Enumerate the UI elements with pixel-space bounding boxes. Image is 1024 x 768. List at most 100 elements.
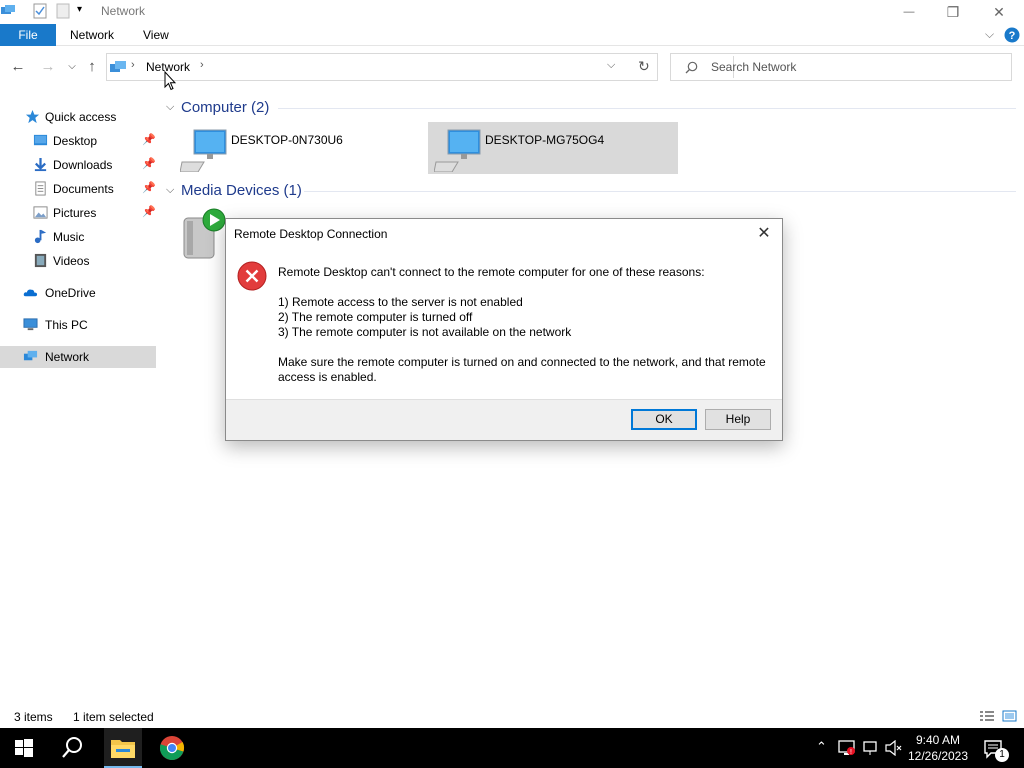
computer-tile[interactable]: DESKTOP-MG75OG4 <box>428 122 678 174</box>
sidebar-item-documents[interactable]: Documents 📌 <box>0 178 156 200</box>
network-app-icon <box>1 5 15 14</box>
tab-view[interactable]: View <box>143 24 169 46</box>
window-title: Network <box>101 4 146 18</box>
address-bar[interactable]: › Network › ⌵ ↻ <box>106 53 734 81</box>
tab-file[interactable]: File <box>0 24 56 46</box>
status-bar: 3 items 1 item selected <box>0 706 1024 728</box>
sidebar-item-this-pc[interactable]: This PC <box>0 314 156 336</box>
address-history-icon[interactable]: ⌵ <box>607 59 615 72</box>
clock-time: 9:40 AM <box>915 733 961 747</box>
group-header-media-devices[interactable]: Media Devices (1) <box>181 182 302 199</box>
expand-ribbon-icon[interactable]: ⌵ <box>985 27 994 42</box>
error-icon <box>237 261 267 291</box>
new-folder-icon[interactable] <box>56 3 70 19</box>
svg-text:?: ? <box>1009 30 1016 42</box>
downloads-icon <box>34 157 47 172</box>
computer-label: DESKTOP-MG75OG4 <box>485 133 605 147</box>
computer-label: DESKTOP-0N730U6 <box>231 133 343 147</box>
computer-icon <box>180 129 227 172</box>
close-button[interactable]: ✕ <box>976 0 1022 24</box>
sidebar-item-music[interactable]: Music <box>0 226 156 248</box>
pin-icon: 📌 <box>142 206 156 218</box>
reason-item: 1) Remote access to the server is not en… <box>278 295 523 309</box>
windows-start-icon[interactable] <box>14 728 34 768</box>
computer-tile[interactable]: DESKTOP-0N730U6 <box>174 122 424 174</box>
help-button[interactable]: Help <box>705 409 771 430</box>
group-header-computer[interactable]: Computer (2) <box>181 99 269 116</box>
sidebar-item-network[interactable]: Network <box>0 346 156 368</box>
breadcrumb-separator-icon: › <box>200 59 204 71</box>
dialog-advice-text: Make sure the remote computer is turned … <box>278 355 766 384</box>
minimize-button[interactable]: — <box>886 0 932 24</box>
collapse-group-icon[interactable]: ⌵ <box>166 101 174 114</box>
reason-item: 2) The remote computer is turned off <box>278 310 473 324</box>
dialog-message: Remote Desktop can't connect to the remo… <box>278 265 778 385</box>
pin-icon: 📌 <box>142 134 156 146</box>
documents-icon <box>35 181 46 196</box>
chrome-icon[interactable] <box>159 728 185 768</box>
customize-toolbar-icon[interactable]: ▾ <box>77 4 82 15</box>
help-icon[interactable]: ? <box>1004 27 1020 43</box>
sidebar-item-downloads[interactable]: Downloads 📌 <box>0 154 156 176</box>
large-icons-view-icon[interactable] <box>1002 709 1017 723</box>
ok-button[interactable]: OK <box>631 409 697 430</box>
search-input[interactable]: Search Network <box>711 60 796 74</box>
sidebar-item-desktop[interactable]: Desktop 📌 <box>0 130 156 152</box>
network-icon <box>23 350 38 361</box>
cloud-icon <box>23 289 38 297</box>
sidebar-item-pictures[interactable]: Pictures 📌 <box>0 202 156 224</box>
volume-muted-icon[interactable] <box>885 740 903 756</box>
notification-count-badge: 1 <box>995 748 1009 762</box>
music-icon <box>34 229 47 244</box>
ethernet-icon[interactable] <box>862 740 880 756</box>
taskbar-clock[interactable]: 9:40 AM 12/26/2023 <box>905 732 971 764</box>
forward-button[interactable]: → <box>38 56 58 78</box>
dialog-message-text: Remote Desktop can't connect to the remo… <box>278 265 705 279</box>
mouse-cursor-icon <box>164 71 176 91</box>
search-icon <box>685 61 698 74</box>
desktop-folder-icon <box>33 134 48 146</box>
collapse-group-icon[interactable]: ⌵ <box>166 184 174 197</box>
pictures-icon <box>33 206 48 219</box>
pin-icon: 📌 <box>142 182 156 194</box>
selection-count: 1 item selected <box>73 710 154 724</box>
dialog-title: Remote Desktop Connection <box>234 227 388 241</box>
refresh-icon[interactable]: ↻ <box>638 58 650 75</box>
pin-icon: 📌 <box>142 158 156 170</box>
file-explorer-icon[interactable] <box>110 728 136 768</box>
svg-text:!: ! <box>850 749 852 756</box>
group-divider <box>304 191 1016 192</box>
computer-icon <box>434 129 481 172</box>
back-button[interactable]: ← <box>8 56 28 78</box>
network-status-icon[interactable]: ! <box>838 740 856 756</box>
properties-icon[interactable] <box>33 3 48 19</box>
search-taskbar-icon[interactable] <box>60 728 86 768</box>
tab-network[interactable]: Network <box>70 24 114 46</box>
sidebar-item-quick-access[interactable]: Quick access <box>0 106 156 128</box>
details-view-icon[interactable] <box>979 709 995 723</box>
ribbon-tabs: File Network View ⌵ ? <box>0 24 1024 46</box>
group-divider <box>278 108 1016 109</box>
dialog-button-bar: OK Help <box>226 399 782 440</box>
reason-item: 3) The remote computer is not available … <box>278 325 572 339</box>
videos-icon <box>34 253 47 268</box>
sidebar-item-videos[interactable]: Videos <box>0 250 156 272</box>
star-icon <box>25 109 40 124</box>
restore-button[interactable]: ❐ <box>930 0 976 24</box>
search-box[interactable]: Search Network <box>670 53 1012 81</box>
breadcrumb-separator-icon: › <box>131 59 135 71</box>
title-bar: ▾ Network — ❐ ✕ <box>0 0 1024 24</box>
remote-desktop-error-dialog: Remote Desktop Connection ✕ Remote Deskt… <box>225 218 783 441</box>
item-count: 3 items <box>14 710 53 724</box>
up-button[interactable]: ↑ <box>82 56 102 78</box>
navigation-pane: Quick access Desktop 📌 Downloads 📌 Docum… <box>0 100 156 710</box>
clock-date: 12/26/2023 <box>907 749 969 763</box>
taskbar: ⌃ ! 9:40 AM 12/26/2023 1 <box>0 728 1024 768</box>
dialog-close-button[interactable]: ✕ <box>750 221 778 247</box>
media-server-icon <box>183 208 226 259</box>
network-location-icon <box>110 61 126 72</box>
pc-icon <box>23 318 38 331</box>
show-hidden-icons-icon[interactable]: ⌃ <box>816 739 827 755</box>
recent-locations-icon[interactable]: ⌵ <box>62 56 82 78</box>
sidebar-item-onedrive[interactable]: OneDrive <box>0 282 156 304</box>
